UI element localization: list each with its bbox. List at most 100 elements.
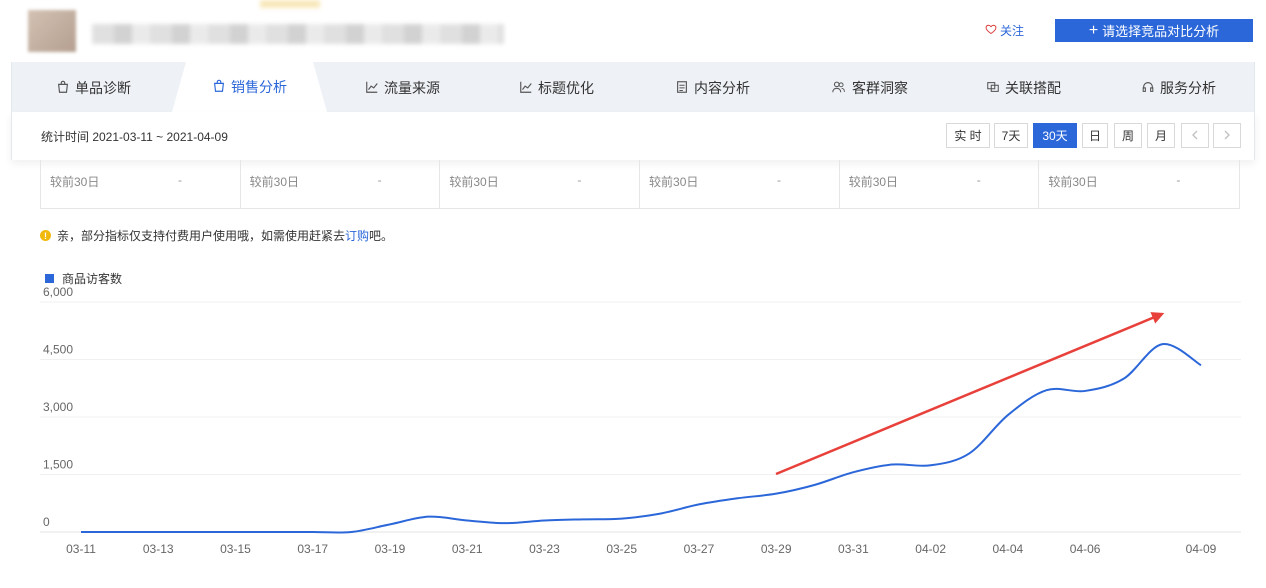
x-tick-label: 03-31 [838, 542, 869, 556]
users-icon [830, 80, 847, 97]
data-point [1199, 363, 1203, 367]
y-axis: 0 1,500 3,000 4,500 6,000 [43, 285, 73, 529]
data-point [79, 530, 83, 534]
compare-value: - [577, 173, 582, 187]
compare-label: 较前30日 [1048, 175, 1098, 189]
x-tick-label: 03-27 [684, 542, 715, 556]
chevron-right-icon [1223, 129, 1231, 143]
y-tick-label: 6,000 [43, 285, 73, 299]
data-point [504, 521, 508, 525]
x-tick-label: 03-29 [761, 542, 792, 556]
follow-label: 关注 [1000, 24, 1025, 38]
period-day-button[interactable]: 日 [1082, 123, 1108, 148]
y-tick-label: 0 [43, 515, 50, 529]
tab-related-matching[interactable]: 关联搭配 [986, 62, 1061, 112]
x-tick-label: 03-25 [606, 542, 637, 556]
tab-label: 内容分析 [694, 80, 750, 96]
data-point [851, 470, 855, 474]
compare-value: - [178, 173, 182, 187]
tab-traffic-source[interactable]: 流量来源 [365, 62, 440, 112]
tab-audience-insight[interactable]: 客群洞察 [830, 62, 908, 112]
trend-arrow [775, 312, 1165, 476]
tab-title-optimization[interactable]: 标题优化 [519, 62, 594, 112]
compare-metrics-strip: 较前30日 - 较前30日 - 较前30日 - 较前30日 - 较前30日 - 较前30日… [40, 160, 1240, 209]
tab-label: 服务分析 [1160, 80, 1216, 96]
compare-cell: 较前30日 - [840, 160, 1040, 208]
data-point [620, 517, 624, 521]
chevron-left-icon [1191, 129, 1199, 143]
product-thumbnail [28, 10, 76, 52]
tab-sales-analysis[interactable]: 销售分析 [186, 62, 313, 112]
data-point [1083, 389, 1087, 393]
prev-period-button[interactable] [1181, 123, 1209, 148]
tab-content-analysis[interactable]: 内容分析 [675, 62, 750, 112]
plus-icon: + [1088, 21, 1099, 39]
data-point [736, 496, 740, 500]
tab-label: 销售分析 [231, 79, 287, 95]
x-tick-label: 04-02 [915, 542, 946, 556]
period-7d-button[interactable]: 7天 [994, 123, 1028, 148]
period-30d-button[interactable]: 30天 [1033, 123, 1077, 148]
data-point [233, 530, 237, 534]
headset-icon [1141, 80, 1155, 97]
compare-label: 较前30日 [848, 175, 899, 189]
data-point [813, 483, 817, 487]
data-point [581, 517, 585, 521]
statistics-period: 统计时间 2021-03-11 ~ 2021-04-09 [41, 130, 228, 144]
compare-label: 较前30日 [449, 175, 499, 189]
compare-label: 较前30日 [249, 175, 300, 189]
trend-icon [519, 80, 533, 97]
chart-legend: 商品访客数 [45, 271, 122, 286]
compare-label: 请选择竞品对比分析 [1102, 24, 1220, 39]
compare-cell: 较前30日 - [640, 160, 840, 208]
data-point [658, 512, 662, 516]
trend-icon [365, 80, 379, 97]
y-tick-label: 1,500 [43, 458, 73, 472]
date-range-bar: 统计时间 2021-03-11 ~ 2021-04-09 实 时 7天 30天 … [11, 112, 1255, 160]
x-axis: 03-11 03-13 03-15 03-17 03-19 03-21 03-23 03-25… [66, 542, 1217, 556]
compare-value: - [976, 173, 981, 187]
compare-value: - [1176, 173, 1181, 187]
data-point [1045, 388, 1049, 392]
legend-swatch [45, 274, 54, 283]
product-title-blurred [92, 24, 504, 44]
data-point [311, 530, 315, 534]
x-tick-label: 03-19 [375, 542, 406, 556]
link-icon [986, 80, 1000, 97]
tab-service-analysis[interactable]: 服务分析 [1141, 62, 1216, 112]
paid-feature-notice: ! 亲，部分指标仅支持付费用户使用哦，如需使用赶紧去订购吧。 [40, 227, 393, 244]
data-point [697, 502, 701, 506]
x-tick-label: 03-13 [143, 542, 174, 556]
tab-single-diagnosis[interactable]: 单品诊断 [56, 62, 131, 112]
period-week-button[interactable]: 周 [1114, 123, 1142, 148]
bag-icon [212, 79, 226, 96]
tab-label: 客群洞察 [852, 80, 908, 96]
data-point [542, 519, 546, 523]
data-point [349, 530, 353, 534]
data-point [1006, 413, 1010, 417]
x-tick-label: 03-15 [220, 542, 251, 556]
next-period-button[interactable] [1213, 123, 1241, 148]
data-point [774, 492, 778, 496]
tab-label: 关联搭配 [1005, 80, 1061, 96]
y-tick-label: 3,000 [43, 400, 73, 414]
series-line-visitors [81, 343, 1202, 534]
tab-label: 标题优化 [538, 80, 594, 96]
legend-label: 商品访客数 [62, 271, 122, 286]
heart-icon [985, 23, 997, 38]
period-month-button[interactable]: 月 [1147, 123, 1175, 148]
compare-competitor-button[interactable]: + 请选择竞品对比分析 [1055, 19, 1253, 42]
data-point [465, 519, 469, 523]
period-realtime-button[interactable]: 实 时 [946, 123, 990, 148]
data-point [388, 522, 392, 526]
data-point [195, 530, 199, 534]
tab-label: 流量来源 [384, 80, 440, 96]
compare-value: - [377, 173, 382, 187]
data-point [890, 463, 894, 467]
data-point [272, 530, 276, 534]
x-tick-label: 04-04 [993, 542, 1024, 556]
x-tick-label: 03-23 [529, 542, 560, 556]
follow-button[interactable]: 关注 [985, 22, 1024, 39]
subscribe-link[interactable]: 订购 [345, 229, 369, 243]
notice-text: 亲，部分指标仅支持付费用户使用哦，如需使用赶紧去 [57, 229, 346, 243]
